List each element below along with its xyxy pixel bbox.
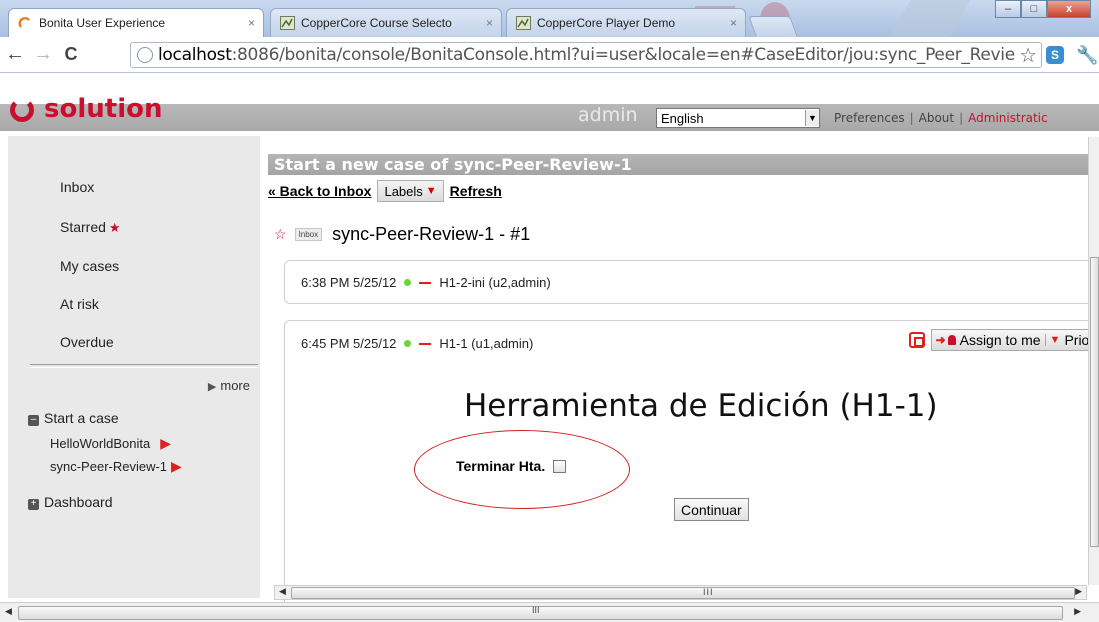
current-user: admin [578,104,638,126]
user-icon [947,335,956,345]
popout-icon[interactable] [908,332,925,348]
coppercore-icon [279,15,295,31]
close-window-button[interactable]: x [1047,0,1091,18]
header-links: Preferences | About | Administratic [834,111,1048,125]
assign-to-me-button[interactable]: ➜ Assign to me ▼ Prior [930,329,1099,351]
page-scroll-thumb[interactable] [18,606,1063,620]
sidebar-item-my-cases[interactable]: My cases [60,258,119,274]
minimize-button[interactable]: – [995,0,1021,18]
refresh-link[interactable]: Refresh [450,183,502,199]
case-header: ☆ Inbox sync-Peer-Review-1 - #1 [274,224,530,245]
step-name: H1-2-ini (u2,admin) [439,275,551,290]
close-tab-icon[interactable]: × [730,16,737,30]
tab-bonita-user-experience[interactable]: Bonita User Experience × [8,8,264,37]
inner-horizontal-scrollbar[interactable]: ◀ III ▶ [274,585,1087,600]
tab-coppercore-course-selector[interactable]: CopperCore Course Selecto × [270,8,502,37]
priority-dash-icon [419,281,432,284]
chevron-down-icon[interactable]: ▼ [1044,334,1060,346]
about-link[interactable]: About [919,111,954,125]
expand-toggle-icon[interactable]: + [28,499,39,510]
close-tab-icon[interactable]: × [486,16,493,30]
maximize-button[interactable]: □ [1021,0,1047,18]
sidebar-item-at-risk[interactable]: At risk [60,296,99,312]
page-info-icon[interactable] [137,47,153,63]
close-tab-icon[interactable]: × [248,16,255,30]
app-logo: solution [10,94,162,126]
form-title: Herramienta de Edición (H1-1) [464,388,938,424]
vertical-scroll-thumb[interactable] [1090,257,1099,547]
wrench-icon[interactable]: 🔧 [1076,45,1098,66]
step-card-h1-1: 6:45 PM 5/25/12 H1-1 (u1,admin) ➜ Assign… [284,320,1099,610]
step-actions: ➜ Assign to me ▼ Prior [908,329,1099,351]
coppercore-icon [515,15,531,31]
sidebar-item-overdue[interactable]: Overdue [60,334,114,350]
language-select[interactable]: English ▼ [656,108,820,128]
terminar-label: Terminar Hta. [456,458,546,474]
browser-tab-strip: Bonita User Experience × CopperCore Cour… [0,0,1099,37]
process-hello-world-bonita[interactable]: HelloWorldBonita ▶ [50,435,171,452]
reload-icon[interactable]: C [58,42,84,68]
step-name: H1-1 (u1,admin) [439,336,534,351]
scroll-left-icon[interactable]: ◀ [5,606,12,617]
page-horizontal-scrollbar[interactable]: ◀ III ▶ [0,602,1099,622]
browser-toolbar: ← → C localhost:8086/bonita/console/Boni… [0,37,1099,73]
case-name: sync-Peer-Review-1 - #1 [332,224,531,244]
inner-scroll-thumb[interactable] [291,587,1075,599]
chevron-down-icon[interactable]: ▼ [805,110,819,126]
start-case-section[interactable]: – Start a case [28,410,119,426]
status-dot-icon [404,340,412,347]
process-sync-peer-review-1[interactable]: sync-Peer-Review-1 ▶ [50,458,182,475]
page-title: Start a new case of sync-Peer-Review-1 [268,154,1099,175]
sidebar-divider [30,364,258,368]
bookmark-star-icon[interactable]: ☆ [1019,43,1037,68]
star-outline-icon[interactable]: ☆ [274,226,287,243]
logo-mark-icon [10,98,34,122]
status-dot-icon [404,279,412,286]
inbox-label-badge: Inbox [294,228,323,241]
scroll-left-icon[interactable]: ◀ [279,586,286,597]
terminar-checkbox[interactable] [553,459,567,473]
bonita-icon [17,15,33,31]
back-to-inbox-link[interactable]: « Back to Inbox [268,183,371,199]
vertical-scrollbar[interactable] [1088,137,1099,585]
case-editor: Start a new case of sync-Peer-Review-1 «… [268,136,1099,610]
new-tab-button[interactable] [748,16,798,37]
step-card-h1-2-ini[interactable]: 6:38 PM 5/25/12 H1-2-ini (u2,admin) [284,260,1099,304]
forward-arrow-icon[interactable]: → [30,42,56,68]
sidebar-item-inbox[interactable]: Inbox [60,179,94,195]
sidebar: Inbox Starred ★ My cases At risk Overdue … [8,136,260,598]
tab-coppercore-player-demo[interactable]: CopperCore Player Demo × [506,8,746,37]
administration-link[interactable]: Administratic [968,111,1047,125]
start-process-icon[interactable]: ▶ [160,435,171,451]
window-controls: – □ x [995,0,1091,18]
extension-icon[interactable]: S [1046,46,1064,64]
sidebar-more-link[interactable]: ▶ more [208,378,250,393]
step-timestamp: 6:38 PM 5/25/12 [301,275,397,290]
start-process-icon[interactable]: ▶ [171,458,182,474]
priority-dash-icon [419,342,432,345]
triangle-right-icon: ▶ [207,381,217,393]
scroll-right-icon[interactable]: ▶ [1074,606,1081,617]
scroll-right-icon[interactable]: ▶ [1075,586,1082,597]
preferences-link[interactable]: Preferences [834,111,905,125]
star-icon: ★ [108,220,121,235]
collapse-toggle-icon[interactable]: – [28,415,39,426]
continue-button[interactable]: Continuar [674,498,749,521]
case-toolbar: « Back to Inbox Labels ▼ Refresh [268,178,502,204]
arrow-right-icon: ➜ [935,333,946,347]
chevron-down-icon: ▼ [425,185,437,197]
terminar-field: Terminar Hta. [456,458,567,474]
back-arrow-icon[interactable]: ← [2,42,28,68]
sidebar-item-starred[interactable]: Starred ★ [60,219,121,236]
address-bar[interactable]: localhost:8086/bonita/console/BonitaCons… [130,42,1042,68]
dashboard-section[interactable]: + Dashboard [28,494,113,510]
step-timestamp: 6:45 PM 5/25/12 [301,336,397,351]
url-text[interactable]: localhost:8086/bonita/console/BonitaCons… [158,45,1015,65]
labels-button[interactable]: Labels ▼ [377,180,444,202]
